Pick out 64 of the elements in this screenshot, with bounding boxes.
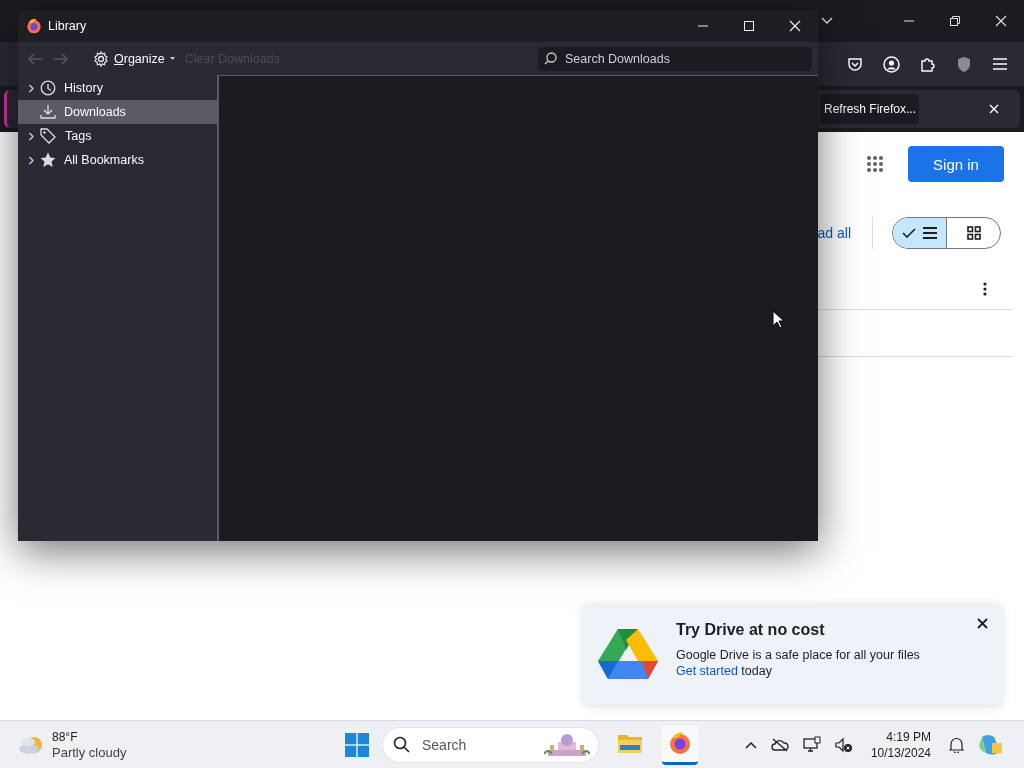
clock-date: 10/13/2024 bbox=[870, 744, 931, 761]
folder-icon bbox=[618, 733, 642, 753]
temperature: 88°F bbox=[52, 729, 79, 745]
search-icon bbox=[544, 52, 557, 65]
refresh-button[interactable]: Refresh Firefox... bbox=[819, 94, 919, 124]
sidebar-label: All Bookmarks bbox=[64, 153, 144, 167]
gear-icon bbox=[93, 50, 109, 67]
mouse-pointer-icon bbox=[772, 310, 784, 329]
sidebar-item[interactable]: Tags bbox=[18, 124, 217, 148]
clock-time: 4:19 PM bbox=[886, 728, 931, 745]
search-bar[interactable]: Search Downloads bbox=[538, 46, 812, 71]
monitor-icon[interactable] bbox=[802, 736, 821, 753]
grid-icon bbox=[966, 226, 981, 240]
apps-grid-icon[interactable] bbox=[866, 155, 884, 173]
firefox-button[interactable] bbox=[662, 724, 698, 765]
promo-text: Google Drive is a safe place for all your files bbox=[676, 647, 920, 663]
chevron-right-icon[interactable] bbox=[27, 131, 36, 141]
menu-icon[interactable] bbox=[992, 57, 1008, 71]
check-icon bbox=[901, 228, 916, 238]
list-icon bbox=[921, 227, 938, 239]
sign-in-button[interactable]: Sign in bbox=[908, 146, 1004, 182]
bell-icon[interactable] bbox=[949, 736, 964, 753]
window-title: Library bbox=[48, 19, 87, 33]
search-input[interactable]: Search bbox=[420, 735, 534, 754]
sidebar-item[interactable]: History bbox=[18, 76, 217, 100]
organize-menu[interactable]: Organize bbox=[93, 50, 175, 67]
tag-icon bbox=[40, 128, 57, 144]
caret-icon bbox=[169, 57, 175, 60]
maximize-icon[interactable] bbox=[743, 20, 755, 32]
drive-logo-icon bbox=[598, 627, 658, 681]
search-input[interactable]: Search Downloads bbox=[563, 50, 812, 67]
promo-suffix: today bbox=[741, 664, 772, 678]
chevron-up-icon[interactable] bbox=[744, 740, 757, 749]
chevron-down-icon[interactable] bbox=[820, 16, 834, 26]
windows-start-icon[interactable] bbox=[345, 732, 369, 757]
cloud-off-icon[interactable] bbox=[770, 737, 789, 752]
chevron-right-icon[interactable] bbox=[27, 155, 36, 165]
firefox-icon bbox=[668, 731, 692, 755]
get-started-link[interactable]: Get started bbox=[676, 664, 738, 678]
puzzle-icon[interactable] bbox=[920, 56, 936, 72]
sidebar-label: History bbox=[64, 81, 103, 95]
firefox-icon bbox=[26, 18, 42, 34]
star-icon bbox=[40, 152, 56, 168]
sidebar-item[interactable]: All Bookmarks bbox=[18, 148, 217, 172]
weather-condition: Partly cloudy bbox=[52, 744, 127, 760]
sidebar-label: Tags bbox=[65, 129, 92, 143]
shield-icon[interactable] bbox=[956, 55, 972, 73]
speaker-muted-icon[interactable] bbox=[834, 736, 853, 753]
sidebar-item[interactable]: Downloads bbox=[18, 100, 217, 124]
palace-icon bbox=[544, 731, 590, 758]
close-icon[interactable] bbox=[977, 618, 988, 629]
more-icon[interactable] bbox=[983, 282, 987, 296]
download-link[interactable]: ad all bbox=[817, 225, 851, 241]
restore-icon[interactable] bbox=[949, 15, 961, 27]
download-icon bbox=[40, 104, 56, 120]
taskbar-search-bar[interactable]: Search bbox=[383, 727, 598, 762]
chevron-right-icon[interactable] bbox=[27, 83, 36, 93]
pocket-icon[interactable] bbox=[847, 56, 863, 72]
account-icon[interactable] bbox=[883, 55, 900, 73]
search-icon bbox=[393, 736, 410, 753]
sidebar-label: Downloads bbox=[64, 105, 126, 119]
promo-title: Try Drive at no cost bbox=[676, 621, 826, 639]
list-view-button[interactable] bbox=[893, 218, 946, 248]
clock-icon bbox=[40, 80, 56, 96]
